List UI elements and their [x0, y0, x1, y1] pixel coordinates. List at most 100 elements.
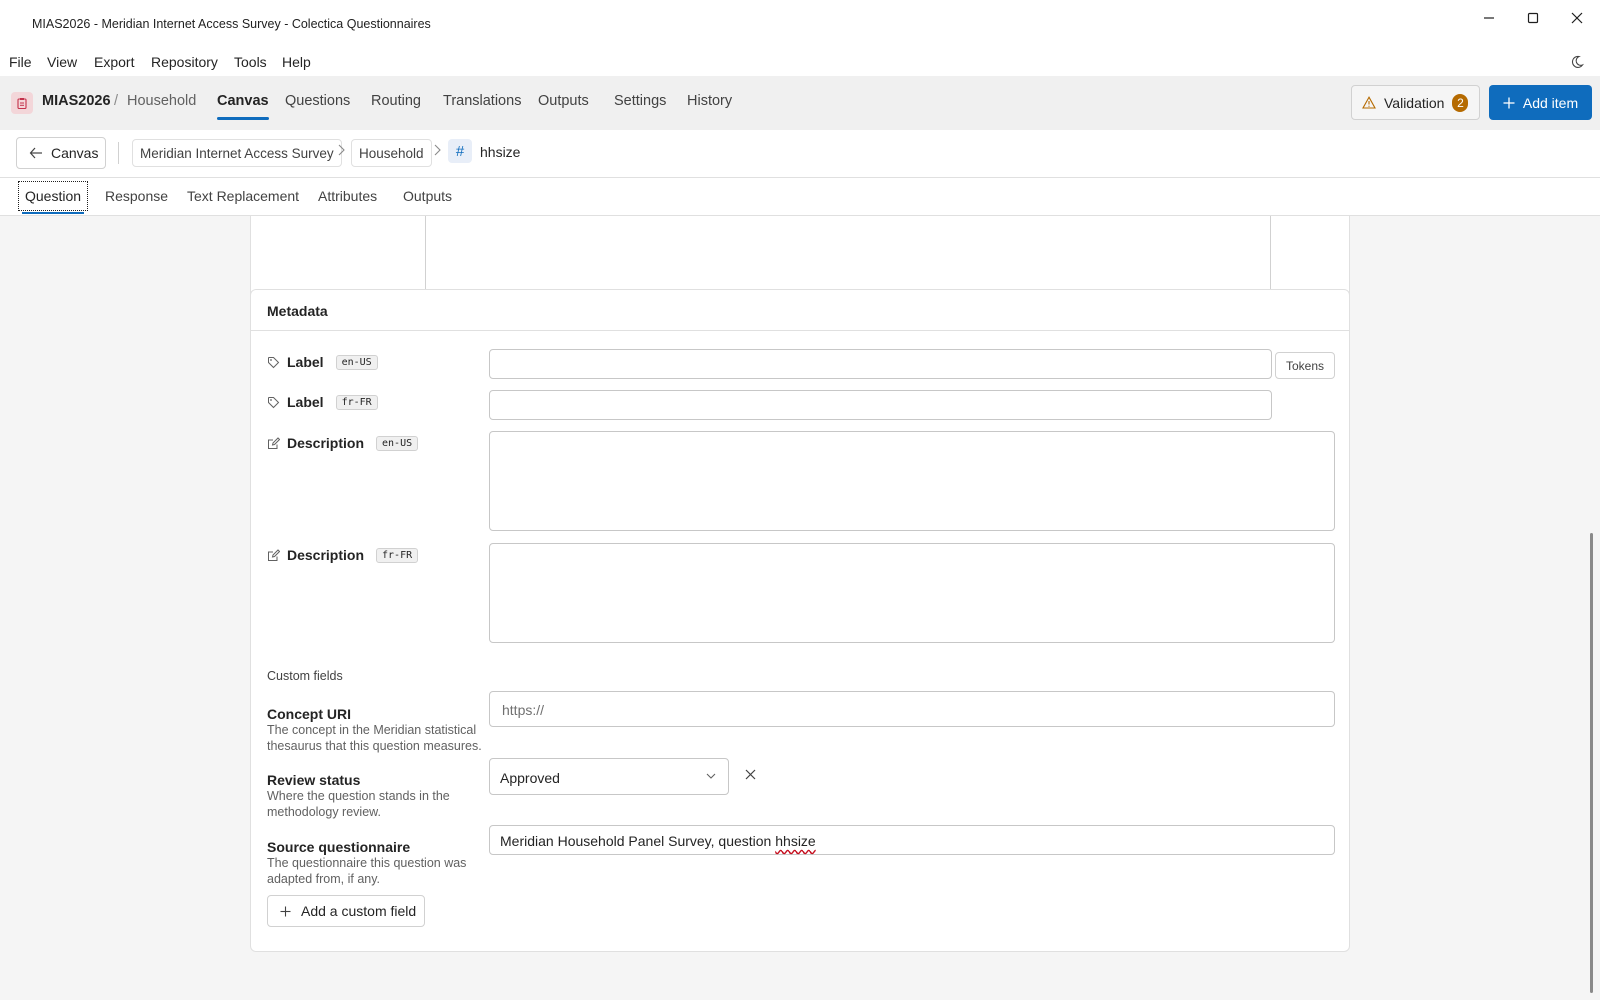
label-en-field-label: Label en-US	[267, 354, 378, 370]
divider	[118, 142, 119, 164]
theme-toggle[interactable]	[1570, 55, 1584, 72]
close-window-button[interactable]	[1554, 4, 1600, 32]
tab-canvas[interactable]: Canvas	[217, 93, 269, 120]
tab-routing[interactable]: Routing	[371, 93, 421, 109]
tab-questions[interactable]: Questions	[285, 93, 350, 109]
source-text: Meridian Household Panel Survey, questio…	[500, 833, 776, 849]
breadcrumb-separator: /	[114, 93, 119, 109]
editor-tabs: Question Response Text Replacement Attri…	[0, 178, 1600, 216]
scrollbar-thumb[interactable]	[1590, 533, 1593, 993]
label-text: Label	[287, 394, 324, 410]
metadata-heading: Metadata	[251, 290, 1349, 331]
app-bar: MIAS2026 / Household Canvas Questions Ro…	[0, 76, 1600, 130]
plus-icon	[280, 906, 291, 916]
breadcrumb-household[interactable]: Household	[351, 139, 432, 167]
language-chip: en-US	[376, 435, 419, 451]
concept-uri-label: Concept URI	[267, 706, 351, 722]
tab-outputs-editor[interactable]: Outputs	[403, 188, 452, 204]
language-chip: fr-FR	[376, 547, 419, 563]
chevron-down-icon	[706, 769, 716, 783]
description-text: Description	[287, 435, 365, 451]
review-status-help: Where the question stands in the methodo…	[267, 789, 450, 819]
project-name[interactable]: MIAS2026	[42, 93, 111, 109]
tokens-button[interactable]: Tokens	[1275, 352, 1335, 379]
validation-label: Validation	[1384, 94, 1445, 111]
source-questionnaire-label: Source questionnaire	[267, 839, 411, 855]
breadcrumb-bar: Canvas Meridian Internet Access Survey H…	[0, 130, 1600, 178]
tab-outputs[interactable]: Outputs	[538, 93, 589, 109]
label-text: Label	[287, 354, 324, 370]
close-icon	[1571, 12, 1583, 24]
tab-history[interactable]: History	[687, 93, 732, 109]
chevron-right-icon	[337, 144, 345, 159]
review-status-label: Review status	[267, 772, 361, 788]
language-chip: fr-FR	[335, 394, 378, 410]
arrow-left-icon	[29, 147, 42, 159]
source-questionnaire-input[interactable]: Meridian Household Panel Survey, questio…	[489, 825, 1335, 855]
review-status-value: Approved	[500, 770, 560, 786]
add-item-label: Add item	[1522, 94, 1579, 111]
label-fr-input[interactable]	[489, 390, 1272, 420]
breadcrumb-survey[interactable]: Meridian Internet Access Survey	[132, 139, 342, 167]
note-edit-icon	[267, 548, 281, 562]
section-name[interactable]: Household	[127, 93, 196, 109]
back-to-canvas-button[interactable]: Canvas	[16, 137, 106, 169]
source-questionnaire-help: The questionnaire this question was adap…	[267, 856, 467, 886]
vertical-scrollbar[interactable]	[1586, 216, 1598, 1000]
note-edit-icon	[267, 436, 281, 450]
warning-icon	[1362, 96, 1376, 109]
numeric-question-icon: #	[448, 139, 472, 163]
concept-uri-placeholder: https://	[502, 702, 545, 718]
description-en-field-label: Description en-US	[267, 435, 419, 451]
maximize-button[interactable]	[1510, 4, 1556, 32]
menu-repository[interactable]: Repository	[151, 54, 218, 70]
window-title: MIAS2026 - Meridian Internet Access Surv…	[32, 17, 431, 31]
add-custom-field-label: Add a custom field	[301, 903, 417, 919]
misspelled-word: hhsize	[775, 833, 816, 849]
back-label: Canvas	[51, 145, 99, 161]
plus-icon	[1503, 97, 1515, 108]
description-fr-field-label: Description fr-FR	[267, 547, 419, 563]
menu-tools[interactable]: Tools	[234, 54, 267, 70]
source-questionnaire-value: Meridian Household Panel Survey, questio…	[500, 833, 816, 849]
concept-uri-input[interactable]: https://	[489, 691, 1335, 727]
label-en-input[interactable]	[489, 349, 1272, 379]
description-fr-textarea[interactable]	[489, 543, 1335, 643]
tab-settings[interactable]: Settings	[614, 93, 666, 109]
concept-uri-help: The concept in the Meridian statistical …	[267, 723, 482, 753]
tab-attributes[interactable]: Attributes	[318, 188, 377, 204]
menu-help[interactable]: Help	[282, 54, 311, 70]
tag-icon	[267, 396, 281, 409]
tab-translations[interactable]: Translations	[443, 93, 521, 109]
editor-content: Metadata Label en-US Tokens Label fr-FR …	[0, 216, 1584, 1000]
validation-button[interactable]: Validation 2	[1351, 85, 1480, 120]
menu-file[interactable]: File	[9, 54, 32, 70]
title-bar: MIAS2026 - Meridian Internet Access Surv…	[0, 0, 1600, 50]
menu-bar: File View Export Repository Tools Help	[0, 50, 1600, 76]
description-en-textarea[interactable]	[489, 431, 1335, 531]
chevron-right-icon	[433, 144, 441, 159]
clear-review-status-button[interactable]	[745, 767, 756, 785]
maximize-icon	[1527, 12, 1539, 24]
menu-export[interactable]: Export	[94, 54, 134, 70]
description-text: Description	[287, 547, 365, 563]
review-status-select[interactable]: Approved	[489, 758, 729, 795]
menu-view[interactable]: View	[47, 54, 77, 70]
validation-count-badge: 2	[1452, 93, 1469, 112]
tab-question[interactable]: Question	[17, 181, 89, 214]
moon-icon	[1571, 55, 1584, 68]
add-item-button[interactable]: Add item	[1489, 85, 1592, 120]
breadcrumb-current: hhsize	[480, 144, 521, 160]
add-custom-field-button[interactable]: Add a custom field	[267, 895, 425, 927]
clipboard-icon	[11, 92, 33, 114]
minimize-icon	[1484, 17, 1494, 19]
label-fr-field-label: Label fr-FR	[267, 394, 378, 410]
tag-icon	[267, 356, 281, 369]
tab-text-replacement[interactable]: Text Replacement	[187, 188, 299, 204]
language-chip: en-US	[335, 354, 378, 370]
close-icon	[745, 769, 756, 780]
minimize-button[interactable]	[1466, 4, 1512, 32]
tab-response[interactable]: Response	[105, 188, 168, 204]
custom-fields-heading: Custom fields	[267, 669, 343, 683]
metadata-card: Metadata Label en-US Tokens Label fr-FR …	[250, 289, 1350, 952]
